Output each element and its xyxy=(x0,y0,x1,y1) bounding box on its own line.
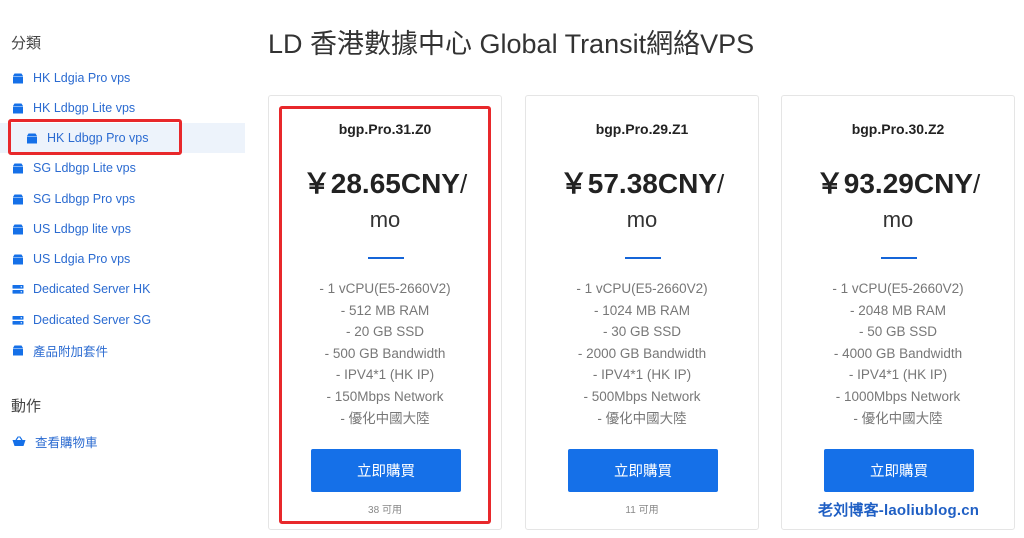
sidebar-item-label: SG Ldbgp Pro vps xyxy=(33,192,136,206)
feature-list: - 1 vCPU(E5-2660V2) - 2048 MB RAM - 50 G… xyxy=(782,278,1014,429)
feature-item: - 1 vCPU(E5-2660V2) xyxy=(832,281,964,296)
feature-item: - 4000 GB Bandwidth xyxy=(833,345,963,361)
sidebar-item-dedicated-server-sg[interactable]: Dedicated Server SG xyxy=(0,305,245,335)
buy-now-button[interactable]: 立即購買 xyxy=(824,449,974,492)
price-amount: ￥93.29CNY xyxy=(815,168,973,199)
sidebar-item-label: US Ldbgp lite vps xyxy=(33,222,131,236)
categories-heading: 分類 xyxy=(11,35,42,52)
price-slash: / xyxy=(716,169,725,199)
sidebar-item-addons[interactable]: 產品附加套件 xyxy=(0,335,245,365)
cart-icon xyxy=(12,435,26,447)
billing-cycle: mo xyxy=(882,207,914,232)
feature-item: - 1 vCPU(E5-2660V2) xyxy=(576,281,708,296)
sidebar-item-label: SG Ldbgp Lite vps xyxy=(33,161,136,175)
watermark-text: 老刘博客-laoliublog.cn xyxy=(818,502,980,519)
buy-now-button[interactable]: 立即購買 xyxy=(568,449,718,492)
highlight-box-sidebar xyxy=(8,119,182,155)
price-amount: ￥57.38CNY xyxy=(559,168,717,199)
sidebar-item-label: Dedicated Server HK xyxy=(33,282,151,296)
feature-item: - 500Mbps Network xyxy=(583,388,701,404)
product-price: ￥57.38CNY/ xyxy=(526,162,758,202)
feature-item: - 優化中國大陸 xyxy=(597,410,687,426)
feature-item: - 30 GB SSD xyxy=(602,324,682,340)
page-title: LD 香港數據中心 Global Transit網絡VPS xyxy=(268,29,755,59)
actions-heading: 動作 xyxy=(11,398,42,415)
billing-cycle: mo xyxy=(626,207,658,232)
product-price: ￥93.29CNY/ xyxy=(782,162,1014,202)
availability-count: 11 可用 xyxy=(625,505,659,516)
feature-item: - IPV4*1 (HK IP) xyxy=(848,367,948,383)
price-slash: / xyxy=(972,169,981,199)
product-name: bgp.Pro.30.Z2 xyxy=(851,121,945,137)
box-icon xyxy=(12,103,24,114)
sidebar-item-label: US Ldgia Pro vps xyxy=(33,252,131,266)
sidebar: 分類 HK Ldgia Pro vps HK Ldbgp Lite vps HK… xyxy=(0,0,250,538)
highlight-box-product xyxy=(279,106,491,524)
feature-item: - 2000 GB Bandwidth xyxy=(577,345,707,361)
sidebar-item-sg-ldbgp-pro[interactable]: SG Ldbgp Pro vps xyxy=(0,184,245,214)
sidebar-item-us-ldbgp-lite[interactable]: US Ldbgp lite vps xyxy=(0,214,245,244)
price-divider xyxy=(625,257,661,259)
box-icon xyxy=(12,345,24,356)
feature-item: - 50 GB SSD xyxy=(858,324,938,340)
feature-item: - 1000Mbps Network xyxy=(835,388,961,404)
view-cart-link[interactable]: 查看購物車 xyxy=(0,426,245,456)
sidebar-item-dedicated-server-hk[interactable]: Dedicated Server HK xyxy=(0,274,245,304)
server-icon xyxy=(12,315,24,326)
sidebar-item-label: Dedicated Server SG xyxy=(33,313,152,327)
price-divider xyxy=(881,257,917,259)
box-icon xyxy=(12,224,24,235)
box-icon xyxy=(12,73,24,84)
feature-list: - 1 vCPU(E5-2660V2) - 1024 MB RAM - 30 G… xyxy=(526,278,758,429)
feature-item: - 優化中國大陸 xyxy=(853,410,943,426)
feature-item: - 2048 MB RAM xyxy=(849,302,947,318)
sidebar-item-label: HK Ldbgp Lite vps xyxy=(33,101,136,115)
sidebar-item-hk-ldgia-pro[interactable]: HK Ldgia Pro vps xyxy=(0,63,245,93)
sidebar-item-label: 查看購物車 xyxy=(35,435,98,450)
sidebar-item-label: 產品附加套件 xyxy=(33,344,109,359)
sidebar-item-label: HK Ldgia Pro vps xyxy=(33,71,131,85)
sidebar-item-sg-ldbgp-lite[interactable]: SG Ldbgp Lite vps xyxy=(0,153,245,183)
box-icon xyxy=(12,163,24,174)
feature-item: - IPV4*1 (HK IP) xyxy=(592,367,692,383)
product-card: bgp.Pro.29.Z1 ￥57.38CNY/ mo - 1 vCPU(E5-… xyxy=(525,95,759,530)
box-icon xyxy=(12,254,24,265)
sidebar-item-us-ldgia-pro[interactable]: US Ldgia Pro vps xyxy=(0,244,245,274)
product-card: bgp.Pro.30.Z2 ￥93.29CNY/ mo - 1 vCPU(E5-… xyxy=(781,95,1015,530)
server-icon xyxy=(12,284,24,295)
box-icon xyxy=(12,194,24,205)
feature-item: - 1024 MB RAM xyxy=(593,302,691,318)
product-name: bgp.Pro.29.Z1 xyxy=(595,121,689,137)
